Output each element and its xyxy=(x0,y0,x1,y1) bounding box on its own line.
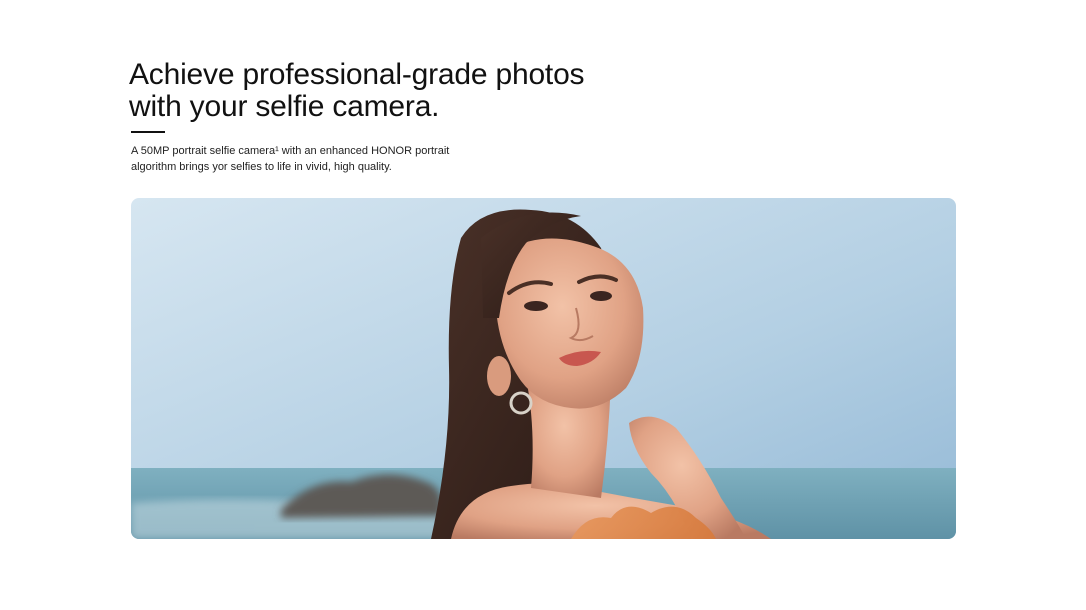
hero-photo xyxy=(131,198,956,539)
right-eye xyxy=(590,291,612,301)
section-description: A 50MP portrait selfie camera¹ with an e… xyxy=(131,143,491,175)
ear xyxy=(487,356,511,396)
page: Achieve professional-grade photos with y… xyxy=(0,0,1086,610)
description-line-1: A 50MP portrait selfie camera¹ with an e… xyxy=(131,145,450,157)
headline-divider xyxy=(131,131,165,133)
portrait-photo-illustration xyxy=(131,198,956,539)
section-headline: Achieve professional-grade photos with y… xyxy=(129,59,649,123)
description-line-2: algorithm brings yor selfies to life in … xyxy=(131,161,392,173)
headline-line-1: Achieve professional-grade photos xyxy=(129,58,585,91)
left-eye xyxy=(524,301,548,311)
headline-line-2: with your selfie camera. xyxy=(129,90,440,123)
